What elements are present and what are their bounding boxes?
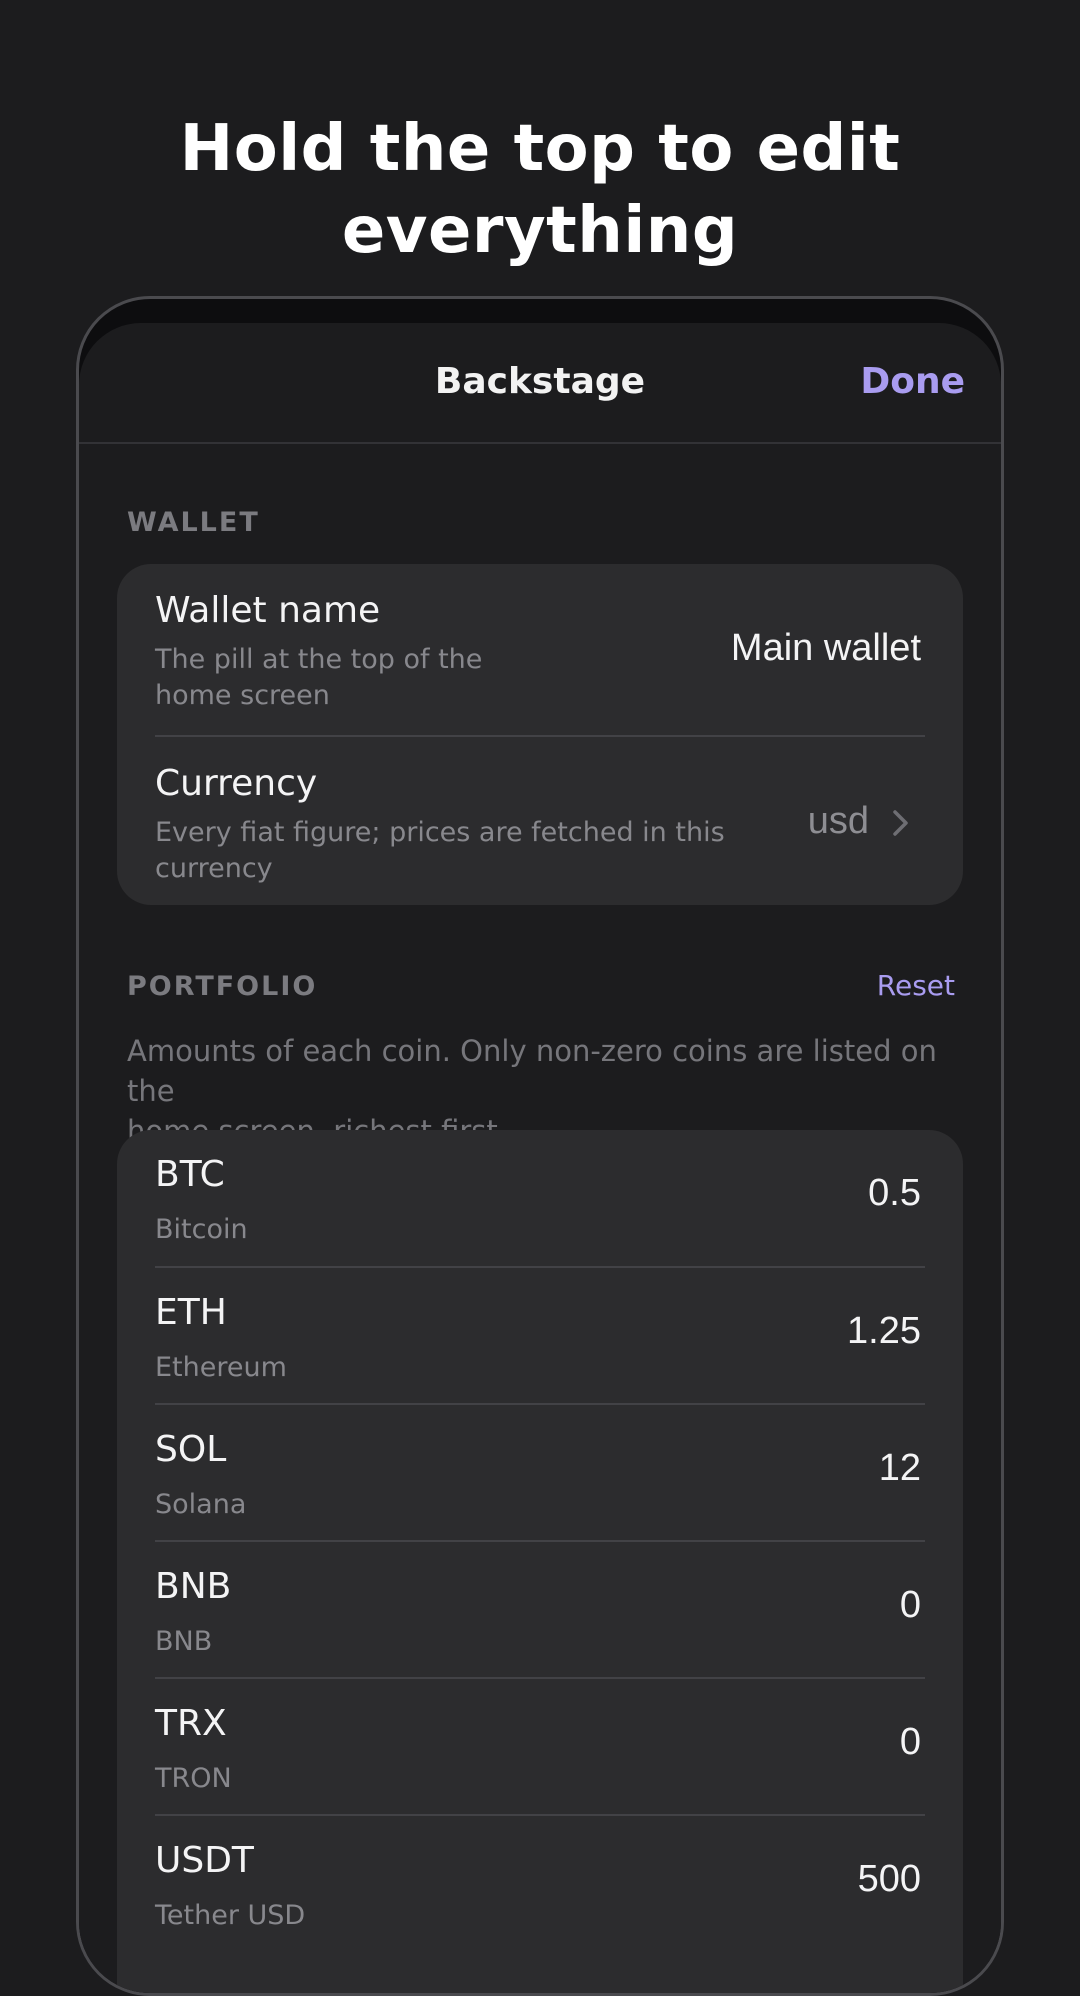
coin-amount-input[interactable]: 1.25 [847, 1310, 921, 1353]
wallet-name-subtitle-line-1: The pill at the top of the [155, 644, 483, 675]
nav-bar: Backstage Done [79, 323, 1001, 444]
coin-row-usdt[interactable]: USDT Tether USD 500 [155, 1814, 925, 1951]
coin-row-eth[interactable]: ETH Ethereum 1.25 [155, 1266, 925, 1403]
portfolio-card: BTC Bitcoin 0.5 ETH Ethereum 1.25 SOL So… [117, 1130, 963, 1993]
coin-row-btc[interactable]: BTC Bitcoin 0.5 [155, 1130, 925, 1266]
coin-symbol: BTC [155, 1154, 225, 1195]
wallet-name-row[interactable]: Wallet name The pill at the top of the h… [155, 564, 925, 735]
coin-amount-input[interactable]: 12 [879, 1447, 921, 1490]
coin-amount-input[interactable]: 0 [900, 1721, 921, 1764]
reset-button[interactable]: Reset [877, 969, 955, 1002]
coin-amount-input[interactable]: 0 [900, 1584, 921, 1627]
coin-symbol: TRX [155, 1703, 227, 1744]
wallet-name-title: Wallet name [155, 590, 381, 631]
coin-row-trx[interactable]: TRX TRON 0 [155, 1677, 925, 1814]
portfolio-section-label: PORTFOLIO [127, 971, 318, 1002]
coin-name: BNB [155, 1626, 213, 1657]
wallet-name-input[interactable]: Main wallet [731, 627, 921, 670]
currency-row[interactable]: Currency Every fiat figure; prices are f… [155, 735, 925, 905]
coin-symbol: ETH [155, 1292, 227, 1333]
coin-name: Bitcoin [155, 1214, 248, 1245]
coin-symbol: USDT [155, 1840, 254, 1881]
headline: Hold the top to edit everything [0, 108, 1080, 272]
coin-symbol: SOL [155, 1429, 227, 1470]
currency-subtitle: Every fiat figure; prices are fetched in… [155, 815, 725, 887]
coin-amount-input[interactable]: 0.5 [868, 1172, 921, 1215]
coin-row-bnb[interactable]: BNB BNB 0 [155, 1540, 925, 1677]
coin-name: Ethereum [155, 1352, 287, 1383]
coin-symbol: BNB [155, 1566, 232, 1607]
portfolio-description-line-1: Amounts of each coin. Only non-zero coin… [127, 1034, 937, 1108]
coin-name: Tether USD [155, 1900, 306, 1931]
currency-subtitle-line-2: currency [155, 853, 273, 884]
coin-name: TRON [155, 1763, 232, 1794]
coin-row-sol[interactable]: SOL Solana 12 [155, 1403, 925, 1540]
phone-frame: Backstage Done WALLET Wallet name The pi… [76, 296, 1004, 1996]
currency-title: Currency [155, 763, 318, 804]
wallet-card: Wallet name The pill at the top of the h… [117, 564, 963, 905]
wallet-name-subtitle-line-2: home screen [155, 680, 330, 711]
coin-name: Solana [155, 1489, 247, 1520]
coin-amount-input[interactable]: 500 [858, 1858, 921, 1901]
currency-value: usd [807, 800, 869, 842]
chevron-right-icon [893, 810, 908, 836]
headline-line-1: Hold the top to edit [179, 112, 901, 186]
backstage-sheet: Backstage Done WALLET Wallet name The pi… [79, 323, 1001, 1993]
headline-line-2: everything [341, 194, 739, 268]
done-button[interactable]: Done [860, 361, 965, 402]
wallet-name-subtitle: The pill at the top of the home screen [155, 642, 482, 714]
wallet-section-label: WALLET [127, 507, 260, 538]
currency-subtitle-line-1: Every fiat figure; prices are fetched in… [155, 817, 725, 848]
